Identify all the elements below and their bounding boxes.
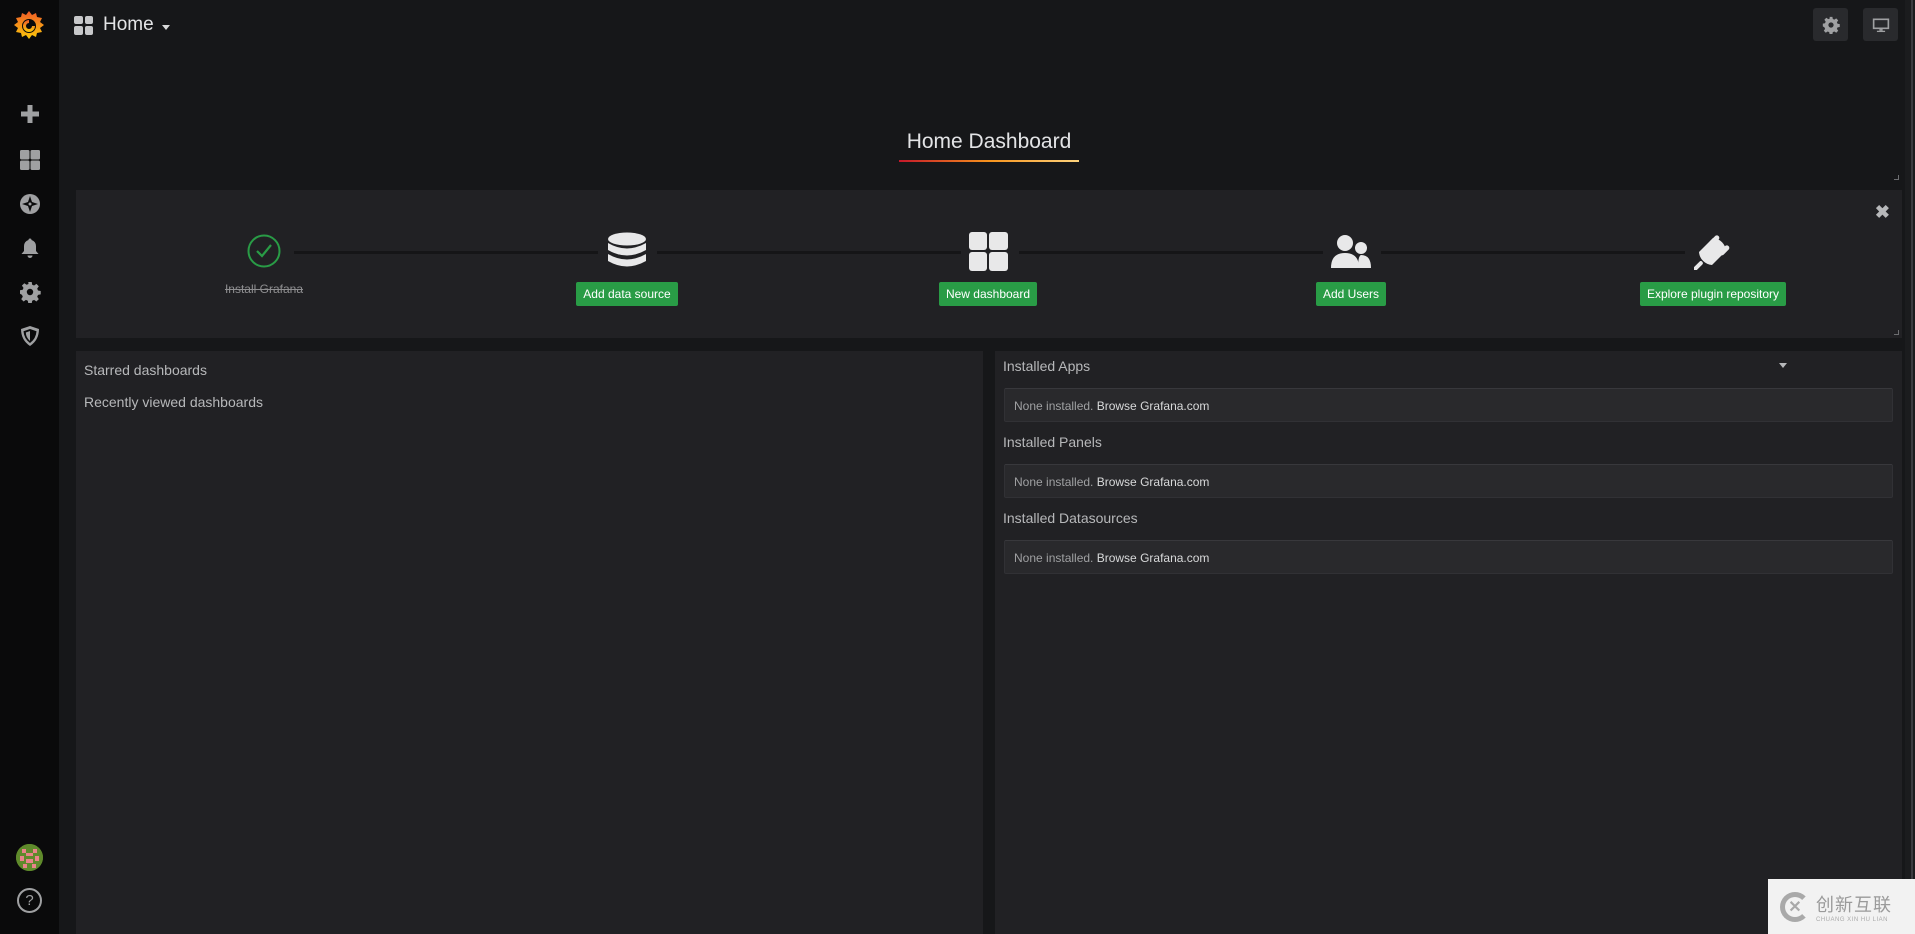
caret-down-icon bbox=[161, 24, 170, 30]
recently-viewed-heading[interactable]: Recently viewed dashboards bbox=[84, 394, 263, 410]
starred-dashboards-heading[interactable]: Starred dashboards bbox=[84, 362, 207, 378]
watermark-logo-icon: ✕ bbox=[1780, 891, 1810, 922]
bell-icon bbox=[21, 238, 39, 258]
dashboard-name: Home bbox=[103, 14, 154, 35]
avatar-image bbox=[16, 844, 43, 871]
sidebar-item-create[interactable] bbox=[16, 100, 44, 128]
dashboard-grid-icon bbox=[20, 150, 40, 170]
sidebar: ? bbox=[0, 0, 59, 934]
installed-panels-heading: Installed Panels bbox=[1003, 434, 1102, 450]
explore-plugin-repository-button[interactable]: Explore plugin repository bbox=[1639, 282, 1787, 306]
watermark-text-en: CHUANG XIN HU LIAN bbox=[1816, 916, 1889, 923]
panel-resize-handle[interactable] bbox=[1894, 330, 1899, 335]
navbar: Home bbox=[59, 0, 1905, 52]
user-avatar[interactable] bbox=[16, 844, 43, 871]
watermark-text-cn: 创新互联 bbox=[1816, 894, 1892, 915]
none-installed-text: None installed. bbox=[1014, 399, 1097, 413]
help-button[interactable]: ? bbox=[17, 888, 42, 913]
compass-icon bbox=[20, 194, 40, 214]
installed-apps-heading: Installed Apps bbox=[1003, 358, 1091, 374]
step-explore-plugins: Explore plugin repository bbox=[1613, 230, 1813, 306]
none-installed-text: None installed. bbox=[1014, 475, 1097, 489]
browse-grafana-link[interactable]: Browse Grafana.com bbox=[1097, 551, 1210, 565]
step-new-dashboard: New dashboard bbox=[888, 230, 1088, 306]
users-icon bbox=[1331, 235, 1371, 268]
installed-datasources-row: None installed. Browse Grafana.com bbox=[1004, 540, 1893, 574]
tv-mode-button[interactable] bbox=[1863, 8, 1898, 41]
plugin-list-panel: Installed Apps None installed. Browse Gr… bbox=[995, 351, 1902, 934]
browse-grafana-link[interactable]: Browse Grafana.com bbox=[1097, 475, 1210, 489]
installed-apps-row: None installed. Browse Grafana.com bbox=[1004, 388, 1893, 422]
panel-menu-caret-icon[interactable] bbox=[1779, 363, 1787, 368]
close-icon[interactable]: ✖ bbox=[1875, 202, 1890, 223]
title-panel: Home Dashboard bbox=[76, 52, 1902, 183]
grafana-logo-icon[interactable] bbox=[12, 9, 46, 43]
getting-started-panel: ✖ Install Grafana Add data source New da… bbox=[76, 190, 1902, 338]
check-circle-icon bbox=[247, 234, 281, 268]
sidebar-item-server-admin[interactable] bbox=[16, 322, 44, 350]
watermark: ✕ 创新互联 CHUANG XIN HU LIAN bbox=[1768, 879, 1915, 934]
page-scrollbar[interactable] bbox=[1905, 0, 1915, 934]
sidebar-item-dashboards[interactable] bbox=[16, 146, 44, 174]
help-icon: ? bbox=[25, 892, 34, 909]
plug-icon bbox=[1694, 235, 1730, 270]
none-installed-text: None installed. bbox=[1014, 551, 1097, 565]
scrollbar-thumb[interactable] bbox=[1911, 0, 1913, 880]
sidebar-item-explore[interactable] bbox=[16, 190, 44, 218]
step-add-users: Add Users bbox=[1251, 230, 1451, 306]
browse-grafana-link[interactable]: Browse Grafana.com bbox=[1097, 399, 1210, 413]
dashboard-list-panel: Starred dashboards Recently viewed dashb… bbox=[76, 351, 983, 934]
dashboard-picker[interactable]: Home bbox=[74, 12, 170, 38]
step-add-data-source: Add data source bbox=[527, 230, 727, 306]
plus-icon bbox=[21, 105, 39, 123]
sidebar-item-configuration[interactable] bbox=[16, 278, 44, 306]
gear-icon bbox=[20, 282, 41, 303]
sidebar-item-alerting[interactable] bbox=[16, 234, 44, 262]
gear-icon bbox=[1822, 16, 1840, 34]
step-install-grafana: Install Grafana bbox=[164, 230, 364, 296]
step-label: Install Grafana bbox=[224, 282, 304, 296]
installed-datasources-heading: Installed Datasources bbox=[1003, 510, 1138, 526]
monitor-icon bbox=[1872, 17, 1889, 32]
panel-resize-handle[interactable] bbox=[1894, 175, 1899, 180]
dashboard-grid-icon bbox=[74, 15, 93, 35]
add-data-source-button[interactable]: Add data source bbox=[576, 282, 678, 306]
shield-icon bbox=[21, 326, 39, 346]
installed-panels-row: None installed. Browse Grafana.com bbox=[1004, 464, 1893, 498]
dashboard-settings-button[interactable] bbox=[1813, 8, 1848, 41]
add-users-button[interactable]: Add Users bbox=[1315, 282, 1387, 306]
new-dashboard-button[interactable]: New dashboard bbox=[938, 282, 1038, 306]
dashboard-grid-icon bbox=[968, 231, 1008, 271]
database-icon bbox=[608, 232, 646, 267]
dashboard-title: Home Dashboard bbox=[898, 130, 1080, 162]
